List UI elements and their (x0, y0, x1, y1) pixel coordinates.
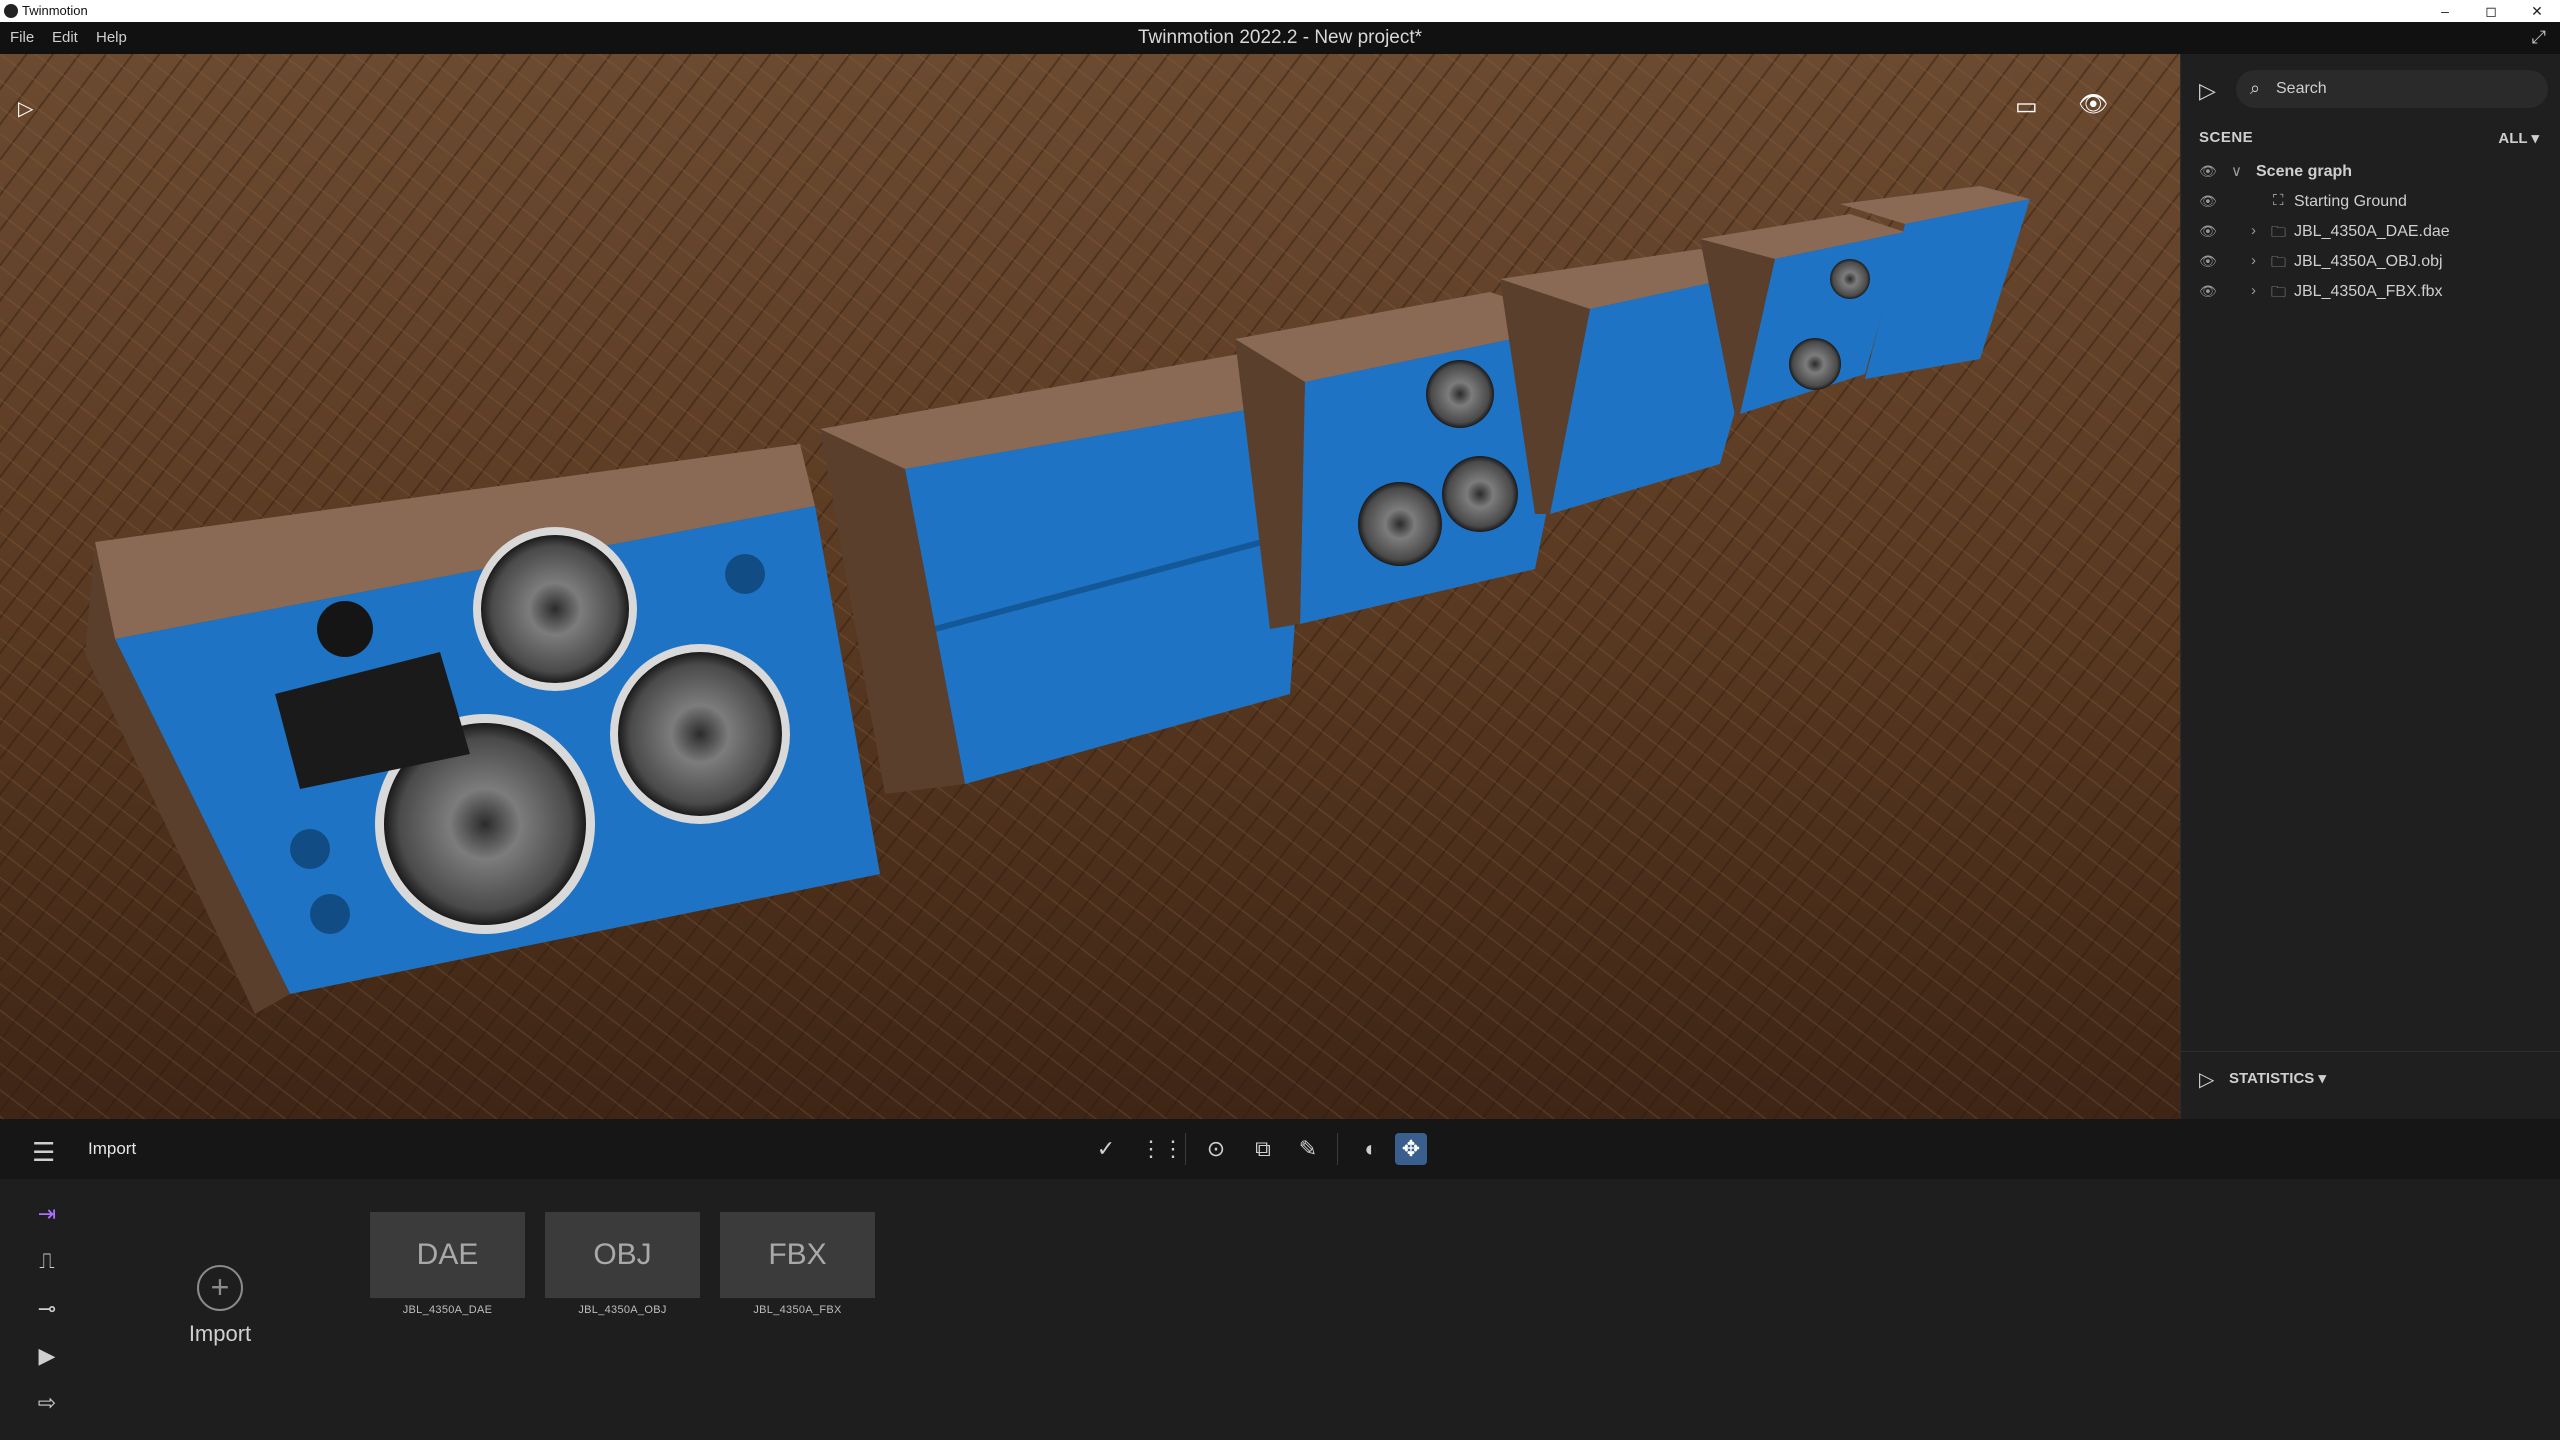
scene-filter-dropdown[interactable]: ALL ▾ (2498, 129, 2539, 147)
asset-thumbnail: OBJ (545, 1212, 700, 1298)
scene-filter-label: ALL (2498, 130, 2528, 147)
import-nav-icon[interactable]: ⇥ (30, 1201, 64, 1229)
chevron-down-icon[interactable]: ∨ (2231, 162, 2242, 180)
3d-viewport[interactable]: ▷ ▭ 👁 (0, 54, 2180, 1119)
hamburger-menu-icon[interactable]: ☰ (32, 1137, 55, 1168)
tree-item-label: JBL_4350A_DAE.dae (2294, 223, 2450, 240)
viewport-scene-render (0, 54, 2180, 1119)
chevron-right-icon[interactable]: › (2251, 252, 2256, 269)
eye-icon[interactable]: 👁 (2199, 283, 2217, 300)
tree-item-label: Starting Ground (2294, 193, 2407, 210)
import-panel: ⇥ ⎍ ⊸ ▶ ⇨ + Import DAE JBL_4350A_DAE OBJ… (0, 1179, 2560, 1440)
move-gizmo-icon[interactable]: ✥ (1395, 1133, 1427, 1165)
panel-play-icon[interactable]: ▷ (2199, 78, 2216, 104)
eye-icon[interactable]: 👁 (2199, 253, 2217, 270)
tree-item-label: Scene graph (2256, 163, 2353, 180)
os-window-title: Twinmotion (22, 3, 88, 18)
menu-bar: File Edit Help Twinmotion 2022.2 - New p… (0, 22, 2560, 54)
statistics-text: STATISTICS (2229, 1070, 2315, 1087)
undo-icon[interactable]: ◐ (1355, 1133, 1387, 1165)
toolbar-divider (1337, 1133, 1338, 1165)
tree-item-fbx[interactable]: 👁 › 🗀 JBL_4350A_FBX.fbx (2181, 279, 2560, 307)
statistics-expand-icon[interactable]: ▷ (2199, 1067, 2214, 1092)
grid-dots-icon[interactable]: ⋮⋮ (1140, 1133, 1184, 1165)
visibility-eye-icon[interactable]: 👁 (2078, 90, 2108, 119)
scene-header: SCENE (2199, 129, 2254, 146)
statistics-label: STATISTICS ▾ (2229, 1069, 2326, 1087)
folder-icon: 🗀 (2271, 284, 2287, 301)
panel-layout-icon[interactable]: ▭ (2015, 92, 2038, 121)
asset-name: JBL_4350A_DAE (402, 1304, 493, 1316)
tree-item-label: JBL_4350A_OBJ.obj (2294, 253, 2443, 270)
export-nav-icon[interactable]: ⇨ (30, 1390, 64, 1418)
settings-nav-icon[interactable]: ⎍ (30, 1248, 64, 1276)
search-placeholder: Search (2276, 80, 2327, 97)
os-titlebar: Twinmotion – ◻ ✕ (0, 0, 2560, 22)
chevron-right-icon[interactable]: › (2251, 222, 2256, 239)
search-input[interactable]: ⌕ Search (2236, 70, 2548, 108)
tree-item-obj[interactable]: 👁 › 🗀 JBL_4350A_OBJ.obj (2181, 249, 2560, 277)
tree-item-scene-graph[interactable]: 👁 ∨ Scene graph (2181, 159, 2560, 187)
restore-button[interactable]: ◻ (2468, 0, 2514, 22)
import-button-label: Import (188, 1321, 252, 1346)
fullscreen-icon[interactable]: ⤢ (2532, 27, 2546, 48)
ground-object-icon: ⛶ (2273, 192, 2284, 209)
asset-name: JBL_4350A_FBX (753, 1304, 842, 1316)
lasso-select-icon[interactable]: ⊙ (1200, 1133, 1232, 1165)
folder-icon: 🗀 (2271, 224, 2287, 241)
chevron-right-icon[interactable]: › (2251, 282, 2256, 299)
tree-item-starting-ground[interactable]: 👁 ⛶ Starting Ground (2181, 189, 2560, 217)
scene-panel: ▷ ⌕ Search SCENE ALL ▾ 👁 ∨ Scene graph 👁… (2180, 54, 2560, 1119)
chevron-down-icon: ▾ (2318, 1070, 2326, 1087)
asset-card-obj[interactable]: OBJ JBL_4350A_OBJ (545, 1212, 700, 1316)
pattern-tool-icon[interactable]: ⧉ (1247, 1133, 1279, 1165)
tree-item-label: JBL_4350A_FBX.fbx (2294, 283, 2443, 300)
asset-name: JBL_4350A_OBJ (578, 1304, 667, 1316)
eye-icon[interactable]: 👁 (2199, 223, 2217, 240)
statistics-section[interactable]: ▷ STATISTICS ▾ (2181, 1051, 2560, 1102)
toolbar-divider (1185, 1133, 1186, 1165)
eyedropper-icon[interactable]: ✎ (1292, 1133, 1324, 1165)
tree-item-dae[interactable]: 👁 › 🗀 JBL_4350A_DAE.dae (2181, 219, 2560, 247)
asset-card-fbx[interactable]: FBX JBL_4350A_FBX (720, 1212, 875, 1316)
eye-icon[interactable]: 👁 (2199, 163, 2217, 180)
twinmotion-logo-icon (4, 4, 18, 18)
play-viewport-icon[interactable]: ▷ (18, 96, 33, 121)
minimize-button[interactable]: – (2422, 0, 2468, 22)
media-nav-icon[interactable]: ▶ (30, 1343, 64, 1371)
link-nav-icon[interactable]: ⊸ (30, 1296, 64, 1324)
import-button[interactable]: + Import (185, 1265, 255, 1347)
eye-icon[interactable]: 👁 (2199, 193, 2217, 210)
bottom-toolbar: ☰ Import ✓ ⋮⋮ ⊙ ⧉ ✎ ◐ ✥ (0, 1119, 2560, 1179)
asset-card-dae[interactable]: DAE JBL_4350A_DAE (370, 1212, 525, 1316)
folder-icon: 🗀 (2271, 254, 2287, 271)
select-check-icon[interactable]: ✓ (1090, 1133, 1122, 1165)
toolbar-section-title: Import (88, 1139, 137, 1158)
chevron-down-icon: ▾ (2531, 130, 2539, 147)
close-window-button[interactable]: ✕ (2514, 0, 2560, 22)
asset-thumbnail: DAE (370, 1212, 525, 1298)
add-plus-icon: + (197, 1265, 243, 1311)
search-icon: ⌕ (2250, 78, 2261, 98)
asset-thumbnail: FBX (720, 1212, 875, 1298)
app-window-title: Twinmotion 2022.2 - New project* (1137, 27, 1423, 48)
